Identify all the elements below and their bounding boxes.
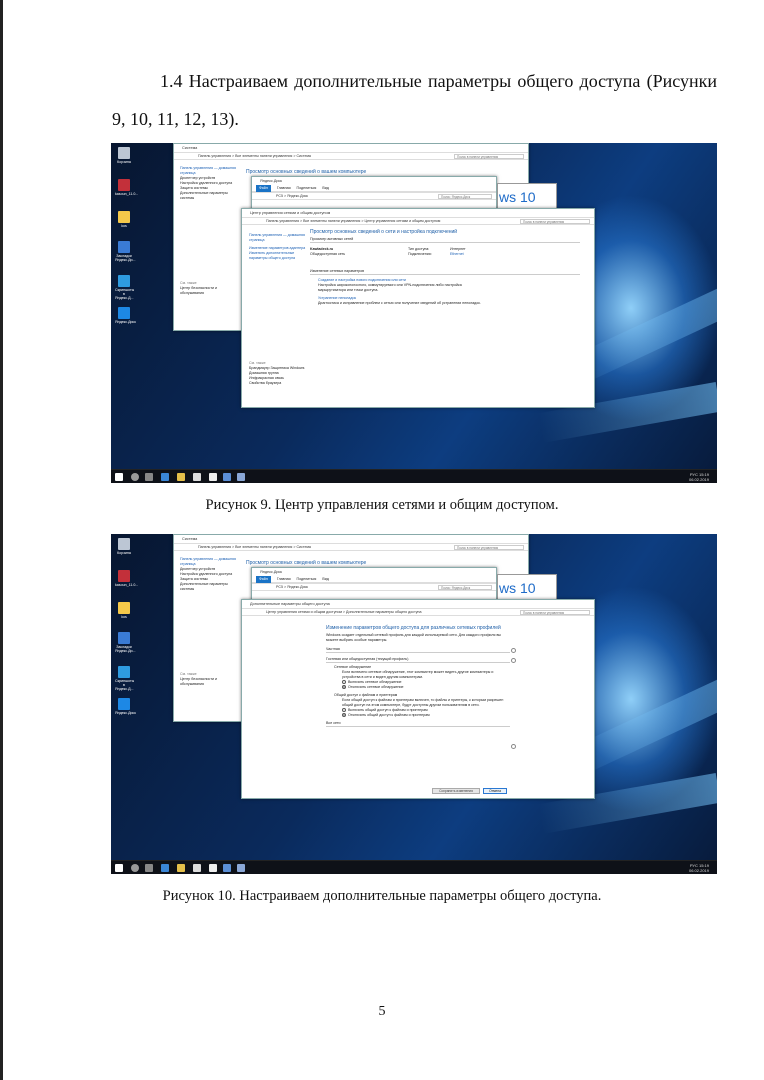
folder-icon [118,602,130,614]
page-number: 5 [378,1004,386,1019]
chevron-up-icon[interactable] [511,658,516,663]
profile-private[interactable]: Частная [326,647,510,652]
screenshot-icon [118,666,130,678]
side-link[interactable]: Центр безопасности и обслуживания [180,286,238,296]
sharing-off-radio[interactable]: Отключить общий доступ к файлам и принте… [342,713,510,718]
tray[interactable]: РУС 15:19 06.02.2019 [689,863,709,873]
taskbar: РУС 15:19 06.02.2019 [111,860,717,874]
screenshot-icon [118,275,130,287]
address-bar[interactable]: Панель управления > Все элементы панели … [174,152,528,160]
window-title: Система [182,146,198,150]
desktop-icon-yadisk-bookmarks[interactable]: Закладки Яндекс.Ди... [115,241,136,262]
mail-icon[interactable] [209,473,217,481]
desktop-icon-recycle[interactable]: Корзина [115,147,133,164]
start-icon[interactable] [115,864,123,872]
file-icon [118,570,130,582]
chevron-down-icon[interactable] [511,648,516,653]
cancel-button[interactable]: Отмена [483,788,507,794]
address-bar[interactable]: Панель управления > Все элементы панели … [242,217,594,225]
desktop-icon-yadisk[interactable]: Яндекс.Диск [115,307,136,324]
side-link[interactable]: Дополнительные параметры системы [180,191,238,201]
desktop-icon-screenshots[interactable]: Скриншоты в Яндекс.Д... [115,666,134,691]
heading-line-1: 1.4 Настраиваем дополнительные параметры… [160,71,717,91]
desktop-icon-yadisk-bookmarks[interactable]: Закладки Яндекс.Ди... [115,632,136,653]
address-bar[interactable]: Центр управления сетями и общим доступом… [242,608,594,616]
address-bar[interactable]: Панель управления > Все элементы панели … [174,543,528,551]
side-link[interactable]: Панель управления — домашняя страница [180,166,238,176]
desktop-icon-folder[interactable]: kos [115,602,133,619]
figure-9-caption: Рисунок 9. Центр управления сетями и общ… [205,497,559,513]
cloud-icon [118,307,130,319]
app-icon[interactable] [223,473,231,481]
tray[interactable]: РУС 15:19 06.02.2019 [689,472,709,482]
ribbon-tabs: Файл Главная Поделиться Вид [252,185,496,192]
heading-line-2: 9, 10, 11, 12, 13). [112,109,239,129]
recycle-bin-icon [118,538,130,550]
start-icon[interactable] [115,473,123,481]
figure-10-screenshot: Корзина kasoun_11.0... kos Закладки Янде… [111,534,717,874]
mail-icon[interactable] [209,864,217,872]
desktop-icon-file[interactable]: kasoun_11.0... [115,179,138,196]
desktop-icon-screenshots[interactable]: Скриншоты в Яндекс.Д... [115,275,134,300]
discovery-off-radio[interactable]: Отключить сетевое обнаружение [342,685,510,690]
disk-icon [118,241,130,253]
sharing-settings-window[interactable]: Дополнительные параметры общего доступа … [241,599,595,799]
desktop-icon-file[interactable]: kasoun_11.0... [115,570,138,587]
chevron-down-icon[interactable] [511,744,516,749]
recycle-bin-icon [118,147,130,159]
figure-10-caption: Рисунок 10. Настраиваем дополнительные п… [162,888,602,904]
windows10-label: ws 10 [499,580,536,596]
window-heading: Просмотр основных сведений о вашем компь… [246,169,367,175]
app-icon[interactable] [223,864,231,872]
search-icon[interactable] [131,864,139,872]
edge-icon[interactable] [161,473,169,481]
task-view-icon[interactable] [145,473,153,481]
figure-9-screenshot: Корзина kasoun_11.0... kos Закладки Янде… [111,143,717,483]
windows10-label: ws 10 [499,189,536,205]
desktop-icon-recycle[interactable]: Корзина [115,538,133,555]
taskbar: РУС 15:19 06.02.2019 [111,469,717,483]
search-input[interactable]: Поиск в панели управления [454,154,524,159]
folder-icon[interactable] [177,864,185,872]
address-bar[interactable]: PC5 > Яндекс.Диск Поиск: Яндекс.Диск [252,192,496,200]
task-view-icon[interactable] [145,864,153,872]
desktop-icon-yadisk[interactable]: Яндекс.Диск [115,698,136,715]
folder-icon [118,211,130,223]
app-icon[interactable] [237,864,245,872]
store-icon[interactable] [193,864,201,872]
section-heading: 1.4 Настраиваем дополнительные параметры… [112,62,717,138]
store-icon[interactable] [193,473,201,481]
disk-icon [118,632,130,644]
desktop-icon-folder[interactable]: kos [115,211,133,228]
network-center-window[interactable]: Центр управления сетями и общим доступом… [241,208,595,408]
edge-icon[interactable] [161,864,169,872]
app-icon[interactable] [237,473,245,481]
cloud-icon [118,698,130,710]
search-icon[interactable] [131,473,139,481]
file-icon [118,179,130,191]
save-button[interactable]: Сохранить изменения [432,788,480,794]
page-left-border [0,0,3,1080]
folder-icon[interactable] [177,473,185,481]
